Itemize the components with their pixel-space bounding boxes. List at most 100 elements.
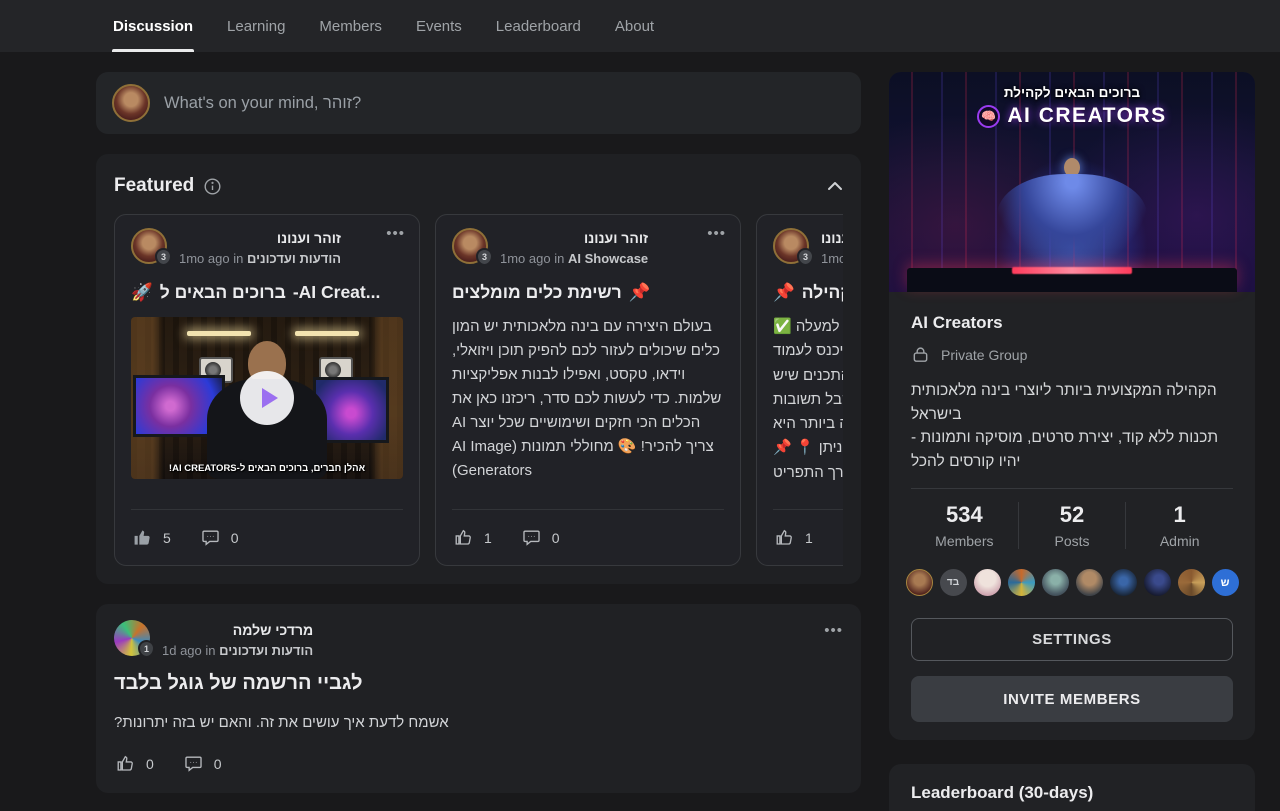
tab-learning[interactable]: Learning (227, 0, 285, 52)
avatar-with-level[interactable]: 1 (114, 620, 150, 656)
like-count: 1 (805, 530, 813, 546)
feed-post[interactable]: ••• 1 מרדכי שלמה 1d ago in הודעות ועדכונ… (96, 604, 861, 793)
member-avatar[interactable] (1042, 569, 1069, 596)
post-menu-icon[interactable]: ••• (386, 225, 405, 242)
title-text-he: רשימת כלים מומלצים (452, 282, 622, 303)
like-button[interactable]: 5 (133, 528, 171, 547)
like-count: 0 (146, 756, 154, 772)
post-category[interactable]: AI Showcase (568, 251, 648, 266)
meta-in: in (554, 251, 564, 266)
avatar-with-level[interactable]: 3 (131, 228, 167, 264)
post-body: אשמח לדעת איך עושים את זה. והאם יש בזה י… (114, 712, 843, 735)
play-button[interactable] (240, 371, 294, 425)
post-title[interactable]: רשימת כלים מומלצים 📌 (452, 282, 724, 303)
tab-label: Leaderboard (496, 18, 581, 35)
featured-card-tools[interactable]: ••• 3 זוהר וענונו 1mo ago in AI Showcase (435, 214, 741, 566)
post-time: 1mo ago (821, 251, 843, 266)
post-title[interactable]: לגביי הרשמה של גוגל בלבד (114, 672, 843, 695)
featured-card-welcome[interactable]: ••• 3 זוהר וענונו 1mo ago in הודעות ועדכ… (114, 214, 420, 566)
stat-label: Posts (1019, 533, 1126, 549)
post-category[interactable]: הודעות ועדכונים (219, 643, 313, 658)
member-avatar-initials[interactable]: בד (940, 569, 967, 596)
body-line: מומלץ להיכנס לעמוד (773, 339, 843, 363)
post-menu-icon[interactable]: ••• (707, 225, 726, 242)
stat-label: Admin (1126, 533, 1233, 549)
like-button[interactable]: 1 (454, 528, 492, 547)
member-avatar[interactable] (1008, 569, 1035, 596)
rocket-emoji: 🚀 (131, 282, 153, 303)
stat-value: 1 (1126, 502, 1233, 528)
author-name[interactable]: זוהר וענונו (179, 228, 341, 249)
tab-about[interactable]: About (615, 0, 654, 52)
author-block: זוהר וענונו 1mo ago in הודעות ועדכונים (179, 228, 341, 266)
privacy-row: Private Group (911, 345, 1233, 364)
thumbs-up-icon (775, 528, 794, 547)
member-avatar[interactable] (1076, 569, 1103, 596)
member-avatar[interactable] (974, 569, 1001, 596)
tab-label: About (615, 18, 654, 35)
meta-in: in (233, 251, 243, 266)
author-name[interactable]: זוהר וענונו (821, 228, 843, 249)
member-avatar[interactable] (1144, 569, 1171, 596)
title-text-he: ברוכים הבאים ל (160, 282, 286, 303)
community-banner[interactable]: ברוכים הבאים לקהילת 🧠 AI CREATORS (889, 72, 1255, 292)
post-header: 3 זוהר וענונו 1mo ago in הודעות ועדכונים (773, 228, 843, 266)
stat-admin[interactable]: 1 Admin (1125, 502, 1233, 549)
stat-posts[interactable]: 52 Posts (1018, 502, 1126, 549)
member-avatar[interactable] (1178, 569, 1205, 596)
post-title[interactable]: 🚀 ברוכים הבאים ל -AI Creat... (131, 282, 403, 303)
tab-events[interactable]: Events (416, 0, 462, 52)
like-button[interactable]: 1 (775, 528, 813, 547)
post-time: 1mo ago (500, 251, 551, 266)
featured-carousel: ••• 3 זוהר וענונו 1mo ago in הודעות ועדכ… (114, 214, 843, 566)
post-meta: 1mo ago in AI Showcase (500, 251, 648, 266)
pushpin-emoji: 📌 (629, 282, 651, 303)
thumbs-up-icon (454, 528, 473, 547)
avatar (112, 84, 150, 122)
tab-label: Members (319, 18, 382, 35)
post-composer[interactable]: What's on your mind, זוהר? (96, 72, 861, 134)
tab-members[interactable]: Members (319, 0, 382, 52)
member-avatar[interactable] (906, 569, 933, 596)
composer-placeholder: What's on your mind, זוהר? (164, 94, 361, 113)
post-meta: 1mo ago in הודעות ועדכונים (821, 251, 843, 266)
tab-discussion[interactable]: Discussion (113, 0, 193, 52)
leaderboard-card: Leaderboard (30-days) (889, 764, 1255, 811)
author-name[interactable]: זוהר וענונו (500, 228, 648, 249)
stat-members[interactable]: 534 Members (911, 502, 1018, 549)
post-title[interactable]: 📌 כל מה שחשוב לדעת על הקהילה (773, 282, 843, 303)
level-badge: 3 (797, 248, 814, 266)
post-category[interactable]: הודעות ועדכונים (247, 251, 341, 266)
tab-leaderboard[interactable]: Leaderboard (496, 0, 581, 52)
tab-label: Discussion (113, 18, 193, 35)
comment-button[interactable]: 0 (522, 528, 560, 547)
avatar-with-level[interactable]: 3 (773, 228, 809, 264)
like-button[interactable]: 0 (116, 754, 154, 773)
tab-label: Learning (227, 18, 285, 35)
post-header: 1 מרדכי שלמה 1d ago in הודעות ועדכונים (114, 620, 843, 658)
author-name[interactable]: מרדכי שלמה (162, 620, 313, 641)
post-time: 1mo ago (179, 251, 230, 266)
post-meta: 1d ago in הודעות ועדכונים (162, 643, 313, 658)
comment-button[interactable]: 0 (184, 754, 222, 773)
post-menu-icon[interactable]: ••• (824, 622, 843, 639)
privacy-label: Private Group (941, 347, 1027, 363)
author-block: מרדכי שלמה 1d ago in הודעות ועדכונים (162, 620, 313, 658)
banner-text: ברוכים הבאים לקהילת 🧠 AI CREATORS (889, 85, 1255, 128)
video-thumbnail[interactable]: אהלן חברים, ברוכים הבאים ל-AI CREATORS! (131, 317, 403, 479)
comment-button[interactable]: 0 (201, 528, 239, 547)
body-line: הדרך הטובה ביותר היא (773, 412, 843, 436)
chevron-up-icon[interactable] (827, 181, 843, 191)
banner-welcome-text: ברוכים הבאים לקהילת (889, 85, 1255, 100)
description-line: הקהילה המקצועית ביותר ליוצרי בינה מלאכות… (911, 379, 1233, 426)
invite-members-button[interactable]: INVITE MEMBERS (911, 676, 1233, 722)
member-avatar[interactable] (1110, 569, 1137, 596)
member-avatar-initials[interactable]: ש (1212, 569, 1239, 596)
comment-count: 0 (214, 756, 222, 772)
info-icon[interactable] (204, 178, 221, 195)
featured-card-community[interactable]: 3 זוהר וענונו 1mo ago in הודעות ועדכונים… (756, 214, 843, 566)
title-text-en: -AI Creat... (293, 282, 381, 303)
settings-button[interactable]: SETTINGS (911, 618, 1233, 661)
avatar-with-level[interactable]: 3 (452, 228, 488, 264)
sidebar-buttons: SETTINGS INVITE MEMBERS (889, 612, 1255, 740)
